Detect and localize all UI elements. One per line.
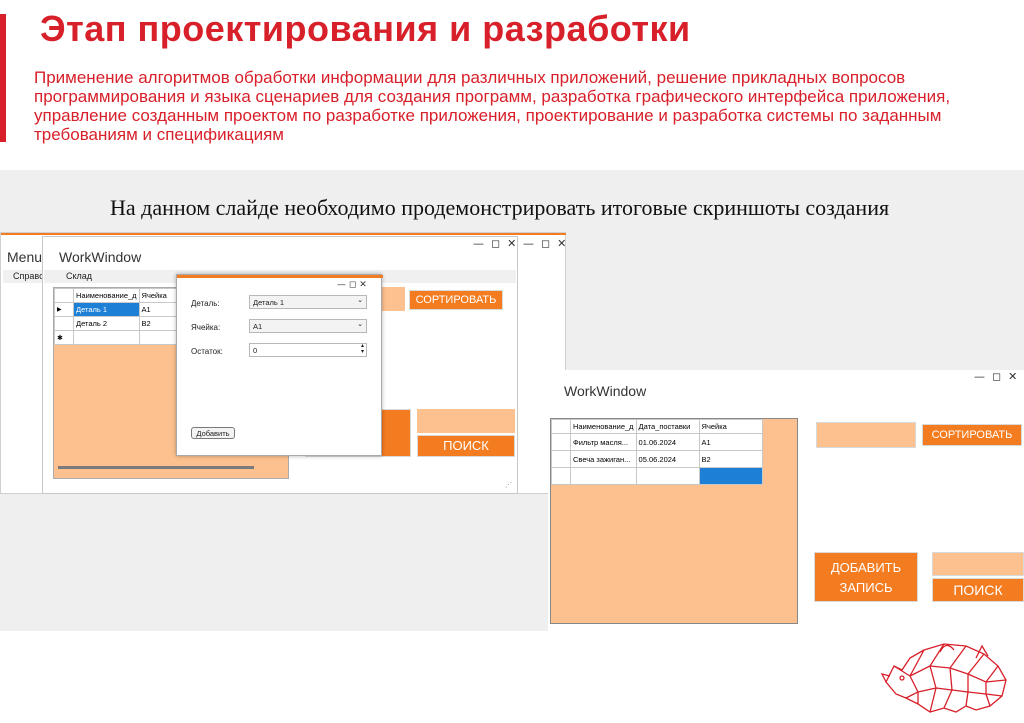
row-selector[interactable] bbox=[54, 316, 74, 331]
close-icon[interactable]: ✕ bbox=[1008, 370, 1017, 383]
table-header-row: Наименование_д Дата_поставки Ячейка bbox=[551, 419, 764, 434]
column-header[interactable]: Наименование_д bbox=[570, 419, 637, 434]
add-dialog: — ◻ ✕ Деталь: Деталь 1 ⌄ Ячейка: A1 ⌄ Ос… bbox=[176, 274, 383, 456]
slide-title: Этап проектирования и разработки bbox=[40, 8, 691, 49]
menu-window-title: Menu bbox=[7, 249, 43, 265]
add-dialog-controls: — ◻ ✕ bbox=[337, 280, 367, 290]
accent-bar bbox=[0, 14, 6, 142]
right-search-input[interactable] bbox=[932, 552, 1024, 576]
table-cell[interactable]: A1 bbox=[698, 433, 764, 451]
row-selector[interactable] bbox=[551, 433, 571, 451]
table-header-row: Наименование_д Ячейка bbox=[54, 288, 189, 303]
rest-stepper[interactable]: 0 ▴ ▾ bbox=[249, 343, 367, 357]
column-header[interactable]: Ячейка bbox=[698, 419, 764, 434]
detail-label: Деталь: bbox=[191, 299, 220, 308]
sort-button[interactable]: СОРТИРОВАТЬ bbox=[922, 424, 1022, 446]
minimize-icon[interactable]: — bbox=[337, 280, 346, 290]
horizontal-scrollbar[interactable] bbox=[58, 466, 254, 469]
work-window-right-title: WorkWindow bbox=[564, 383, 647, 399]
table-cell[interactable]: 01.06.2024 bbox=[635, 433, 700, 451]
detail-combobox-value: Деталь 1 bbox=[253, 298, 285, 307]
minimize-icon[interactable]: — bbox=[473, 237, 484, 250]
table-cell[interactable]: Деталь 2 bbox=[73, 316, 140, 331]
maximize-icon[interactable]: ◻ bbox=[349, 280, 356, 290]
column-header[interactable]: Дата_поставки bbox=[635, 419, 700, 434]
maximize-icon[interactable]: ◻ bbox=[491, 237, 500, 250]
table-cell[interactable]: 05.06.2024 bbox=[635, 450, 700, 468]
left-data-grid: Наименование_д Ячейка ▶ Деталь 1 A1 Дета… bbox=[54, 288, 189, 345]
table-cell[interactable]: Фильтр масля... bbox=[570, 433, 637, 451]
search-button[interactable]: ПОИСК bbox=[417, 435, 515, 457]
table-cell[interactable] bbox=[635, 467, 700, 485]
add-record-button[interactable]: ДОБАВИТЬ ЗАПИСЬ bbox=[814, 552, 918, 602]
sort-button[interactable]: СОРТИРОВАТЬ bbox=[409, 290, 503, 310]
table-cell[interactable] bbox=[73, 330, 140, 345]
table-cell[interactable] bbox=[570, 467, 637, 485]
maximize-icon[interactable]: ◻ bbox=[992, 370, 1001, 383]
table-row[interactable]: Фильтр масля... 01.06.2024 A1 bbox=[551, 433, 764, 451]
minimize-icon[interactable]: — bbox=[974, 370, 985, 383]
minimize-icon[interactable]: — bbox=[523, 237, 534, 250]
rest-label: Остаток: bbox=[191, 347, 223, 356]
menu-item-warehouse[interactable]: Склад bbox=[44, 271, 92, 281]
detail-combobox[interactable]: Деталь 1 ⌄ bbox=[249, 295, 367, 309]
right-sort-input[interactable] bbox=[816, 422, 916, 448]
work-window-right-controls: — ◻ ✕ bbox=[974, 370, 1017, 383]
row-header-corner bbox=[551, 419, 571, 434]
gray-panel-right bbox=[548, 236, 1024, 370]
table-row-new[interactable] bbox=[551, 467, 764, 485]
cell-label: Ячейка: bbox=[191, 323, 221, 332]
menu-window-controls: — ◻ ✕ bbox=[523, 237, 566, 250]
add-dialog-top-border bbox=[177, 275, 383, 278]
right-grid-container: Наименование_д Дата_поставки Ячейка Филь… bbox=[550, 418, 798, 624]
row-selector-icon[interactable]: ▶ bbox=[54, 302, 74, 317]
close-icon[interactable]: ✕ bbox=[359, 280, 367, 290]
chevron-down-icon: ⌄ bbox=[357, 321, 363, 328]
work-window-left-title: WorkWindow bbox=[59, 249, 142, 265]
close-icon[interactable]: ✕ bbox=[557, 237, 566, 250]
table-cell[interactable]: B2 bbox=[698, 450, 764, 468]
table-cell-selected[interactable] bbox=[698, 467, 764, 485]
table-cell[interactable]: Деталь 1 bbox=[73, 302, 140, 317]
cell-combobox-value: A1 bbox=[253, 322, 263, 331]
table-row-new[interactable]: ✱ bbox=[54, 330, 189, 345]
cell-combobox[interactable]: A1 ⌄ bbox=[249, 319, 367, 333]
new-row-icon[interactable]: ✱ bbox=[54, 330, 74, 345]
search-button[interactable]: ПОИСК bbox=[932, 578, 1024, 602]
table-cell[interactable]: Свеча зажиган... bbox=[570, 450, 637, 468]
chevron-down-icon: ⌄ bbox=[357, 297, 363, 304]
slide-subtitle: Применение алгоритмов обработки информац… bbox=[34, 68, 951, 144]
left-search-input[interactable] bbox=[417, 409, 515, 433]
menu-window-top-border bbox=[1, 233, 566, 235]
right-data-grid: Наименование_д Дата_поставки Ячейка Филь… bbox=[551, 419, 764, 485]
maximize-icon[interactable]: ◻ bbox=[541, 237, 550, 250]
table-row[interactable]: ▶ Деталь 1 A1 bbox=[54, 302, 189, 317]
rhino-logo bbox=[880, 643, 1007, 713]
row-selector[interactable] bbox=[551, 467, 571, 485]
resize-grip-icon[interactable]: ⋰ bbox=[505, 481, 512, 489]
row-header-corner bbox=[54, 288, 74, 303]
work-window-left-controls: — ◻ ✕ bbox=[473, 237, 516, 250]
row-selector[interactable] bbox=[551, 450, 571, 468]
close-icon[interactable]: ✕ bbox=[507, 237, 516, 250]
add-button[interactable]: Добавить bbox=[191, 427, 235, 439]
column-header[interactable]: Наименование_д bbox=[73, 288, 140, 303]
slide-body-text: На данном слайде необходимо продемонстри… bbox=[110, 195, 890, 220]
work-window-right: WorkWindow — ◻ ✕ Наименование_д Дата_пос… bbox=[548, 370, 1024, 632]
table-row[interactable]: Свеча зажиган... 05.06.2024 B2 bbox=[551, 450, 764, 468]
table-row[interactable]: Деталь 2 B2 bbox=[54, 316, 189, 331]
rest-stepper-value: 0 bbox=[253, 346, 258, 355]
left-screenshot: Menu — ◻ ✕ Справочн WorkWindow — ◻ ✕ Скл… bbox=[0, 232, 566, 494]
stepper-arrows-icon[interactable]: ▴ ▾ bbox=[361, 343, 364, 355]
